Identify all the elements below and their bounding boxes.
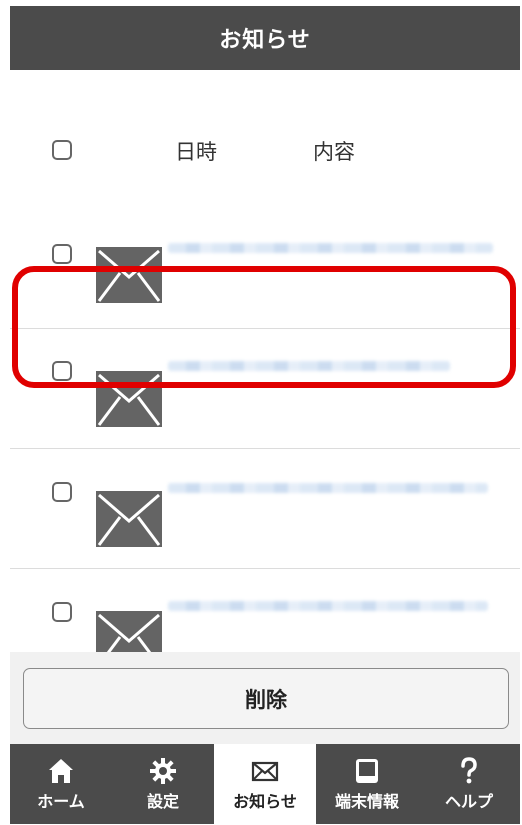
redacted-message-text — [168, 243, 493, 253]
envelope-icon — [96, 491, 162, 547]
select-all-checkbox[interactable] — [52, 140, 72, 160]
action-bar: 削除 — [10, 652, 520, 744]
list-item[interactable] — [10, 209, 520, 329]
column-header-content: 内容 — [313, 140, 355, 164]
home-icon — [49, 759, 73, 783]
list-item[interactable] — [10, 569, 520, 652]
item-checkbox[interactable] — [52, 361, 72, 381]
list-header-row: 日時 内容 — [10, 70, 520, 210]
nav-item-device-info[interactable]: 端末情報 — [316, 744, 418, 824]
nav-item-notifications[interactable]: お知らせ — [214, 744, 316, 824]
notification-list: 日時 内容 — [10, 70, 520, 652]
bottom-nav: ホーム 設定 お知らせ 端末情報 ヘルプ — [10, 744, 520, 824]
item-checkbox[interactable] — [52, 244, 72, 264]
item-checkbox[interactable] — [52, 482, 72, 502]
nav-label-help: ヘルプ — [444, 792, 493, 811]
item-checkbox[interactable] — [52, 602, 72, 622]
delete-button[interactable]: 削除 — [23, 668, 509, 729]
app-frame: お知らせ 日時 内容 削除 ホーム 設定 お知らせ 端末情報 ヘルプ — [10, 6, 520, 824]
mail-icon — [251, 761, 279, 782]
page-title: お知らせ — [10, 6, 520, 70]
column-header-datetime: 日時 — [175, 140, 217, 164]
redacted-message-text — [168, 483, 488, 493]
nav-label-device-info: 端末情報 — [334, 792, 399, 811]
gear-icon — [150, 758, 176, 784]
redacted-message-text — [168, 361, 450, 371]
nav-label-settings: 設定 — [146, 792, 179, 811]
nav-label-notifications: お知らせ — [233, 792, 297, 811]
device-icon — [356, 759, 378, 783]
list-item[interactable] — [10, 449, 520, 569]
nav-item-help[interactable]: ヘルプ — [418, 744, 520, 824]
redacted-message-text — [168, 601, 488, 611]
help-icon — [461, 757, 477, 784]
envelope-icon — [96, 611, 162, 652]
list-item[interactable] — [10, 329, 520, 449]
nav-item-settings[interactable]: 設定 — [112, 744, 214, 824]
nav-label-home: ホーム — [37, 792, 85, 811]
envelope-icon — [96, 371, 162, 427]
envelope-icon — [96, 247, 162, 303]
nav-item-home[interactable]: ホーム — [10, 744, 112, 824]
